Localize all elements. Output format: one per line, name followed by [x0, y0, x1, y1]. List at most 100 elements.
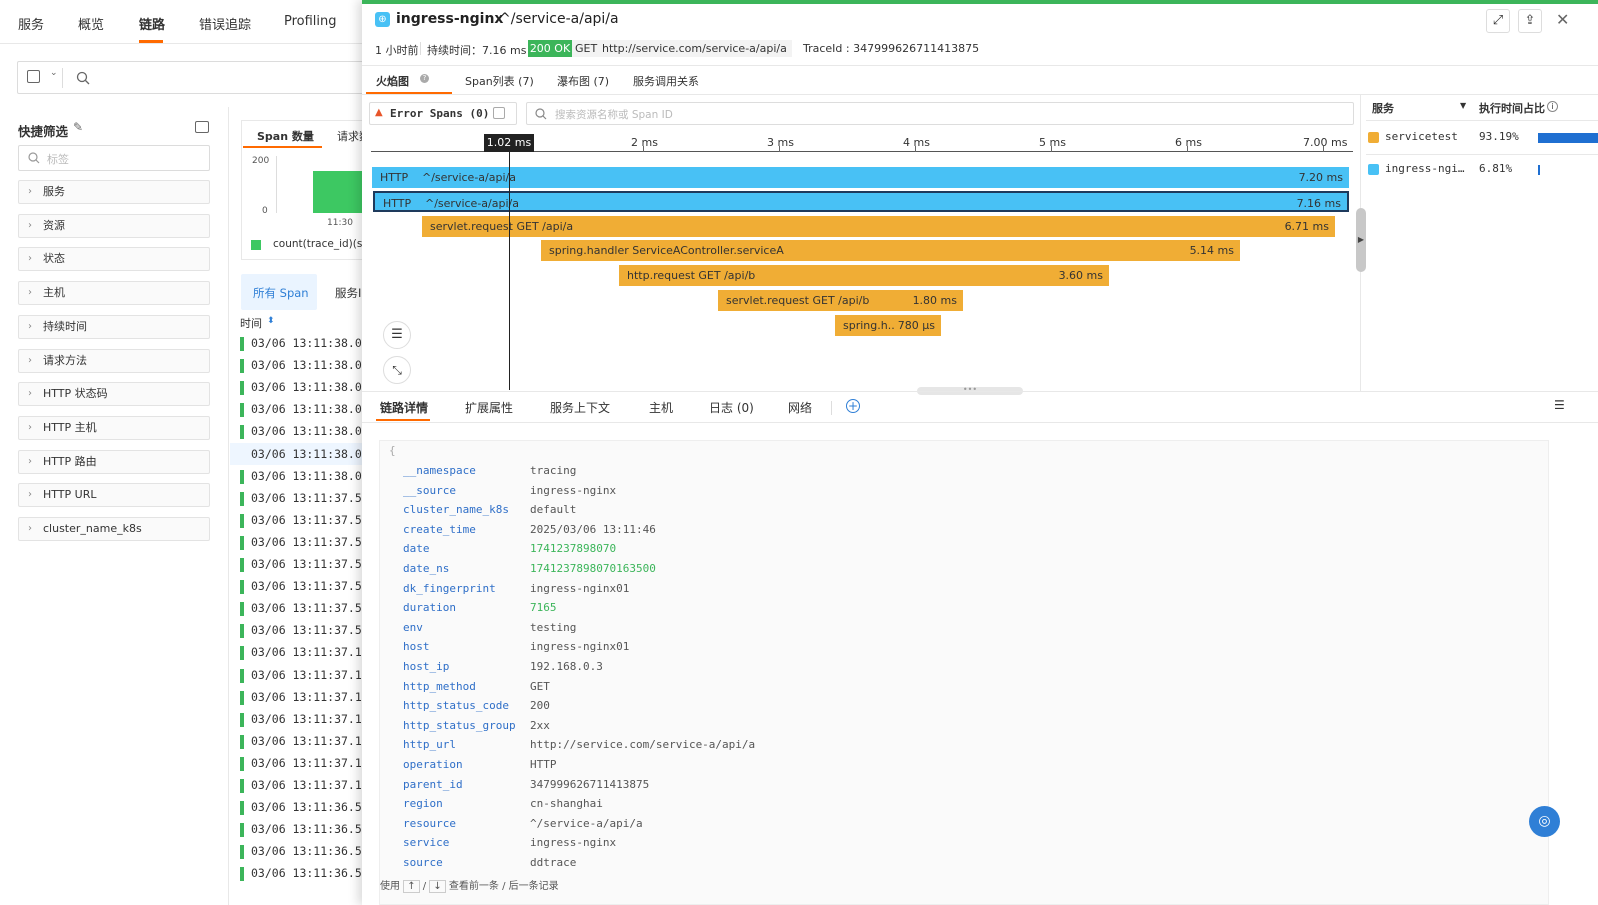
filter-http-host[interactable]: › HTTP 主机 [18, 416, 210, 440]
flame-span[interactable]: HTTP ^/service-a/api/a 7.20 ms [372, 167, 1349, 188]
table-row[interactable]: 03/06 13:11:38.07 [251, 336, 369, 350]
service-name[interactable]: ingress-ngi… [1385, 162, 1464, 175]
chart-bar[interactable] [313, 171, 363, 213]
view-selector-icon[interactable] [27, 70, 40, 83]
table-row[interactable]: 03/06 13:11:36.57 [251, 866, 369, 880]
filter-http-route[interactable]: › HTTP 路由 [18, 450, 210, 474]
nav-tab-traces[interactable]: 链路 [139, 14, 165, 33]
table-row[interactable]: 03/06 13:11:37.12 [251, 778, 369, 792]
tab-service-context[interactable]: 服务上下文 [550, 399, 610, 416]
settings-icon[interactable]: ☰ [1554, 398, 1565, 412]
table-row[interactable]: 03/06 13:11:37.59 [251, 623, 369, 637]
flame-span[interactable]: servlet.request GET /api/a 6.71 ms [422, 216, 1335, 237]
filter-request-method[interactable]: › 请求方法 [18, 349, 210, 373]
assistant-icon[interactable]: ◎ [1529, 806, 1560, 837]
tab-flame-graph[interactable]: 火焰图 [376, 73, 409, 89]
table-row[interactable]: 03/06 13:11:38.07 [251, 424, 369, 438]
tab-network[interactable]: 网络 [788, 399, 812, 416]
attr-value[interactable]: tracing [530, 464, 576, 477]
tab-logs[interactable]: 日志 (0) [709, 399, 754, 416]
table-row[interactable]: 03/06 13:11:37.59 [251, 601, 369, 615]
error-spans-checkbox[interactable] [493, 107, 505, 119]
table-row[interactable]: 03/06 13:11:37.12 [251, 690, 369, 704]
flame-span[interactable]: spring.handler ServiceAController.servic… [541, 240, 1240, 261]
tab-host[interactable]: 主机 [649, 399, 673, 416]
table-row[interactable]: 03/06 13:11:37.59 [251, 535, 369, 549]
info-icon[interactable]: i [1547, 101, 1558, 112]
expand-panel-handle[interactable]: ▶ [1356, 208, 1366, 272]
table-row[interactable]: 03/06 13:11:37.12 [251, 712, 369, 726]
table-row[interactable]: 03/06 13:11:36.57 [251, 822, 369, 836]
list-icon[interactable]: ☰ [383, 321, 411, 349]
table-row[interactable]: 03/06 13:11:37.12 [251, 756, 369, 770]
filter-service[interactable]: › 服务 [18, 180, 210, 204]
attr-value[interactable]: 200 [530, 699, 550, 712]
table-row[interactable]: 03/06 13:11:38.07 [251, 358, 369, 372]
attr-value[interactable]: GET [530, 680, 550, 693]
nav-tab-services[interactable]: 服务 [18, 14, 44, 33]
attr-value[interactable]: ^/service-a/api/a [530, 817, 643, 830]
attr-value[interactable]: 7165 [530, 601, 557, 614]
table-row[interactable]: 03/06 13:11:37.12 [251, 734, 369, 748]
table-row[interactable]: 03/06 13:11:36.57 [251, 844, 369, 858]
collapse-icon[interactable]: ⤡ [383, 356, 411, 384]
fullscreen-icon[interactable]: ⤢ [1486, 9, 1510, 33]
tab-waterfall[interactable]: 瀑布图 (7) [557, 73, 609, 89]
nav-tab-error-tracking[interactable]: 错误追踪 [199, 14, 251, 33]
attr-value[interactable]: ingress-nginx01 [530, 582, 629, 595]
table-row[interactable]: 03/06 13:11:38.07 [251, 469, 369, 483]
tab-all-spans[interactable]: 所有 Span [241, 274, 317, 310]
attr-value[interactable]: ingress-nginx [530, 836, 616, 849]
flame-span[interactable]: http.request GET /api/b 3.60 ms [619, 265, 1109, 286]
help-icon[interactable]: ? [420, 74, 429, 83]
filter-host[interactable]: › 主机 [18, 281, 210, 305]
tab-service-entry[interactable]: 服务I [335, 285, 361, 301]
trace-search-bar[interactable]: ⌄ [17, 61, 367, 94]
add-tab-icon[interactable]: + [846, 399, 860, 413]
table-row[interactable]: 03/06 13:11:37.59 [251, 579, 369, 593]
attr-value[interactable]: 1741237898070163500 [530, 562, 656, 575]
attr-value[interactable]: 192.168.0.3 [530, 660, 603, 673]
attr-value[interactable]: 2xx [530, 719, 550, 732]
tab-span-list[interactable]: Span列表 (7) [465, 73, 534, 89]
filter-status[interactable]: › 状态 [18, 247, 210, 271]
filter-cluster-name-k8s[interactable]: › cluster_name_k8s [18, 517, 210, 541]
table-row[interactable]: 03/06 13:11:37.12 [251, 668, 369, 682]
flame-span-selected[interactable]: HTTP ^/service-a/api/a 7.16 ms [373, 191, 1349, 212]
filter-duration[interactable]: › 持续时间 [18, 315, 210, 339]
table-row[interactable]: 03/06 13:11:37.59 [251, 491, 369, 505]
table-row[interactable]: 03/06 13:11:37.59 [251, 513, 369, 527]
span-search-input[interactable]: 搜索资源名称或 Span ID [526, 102, 1354, 125]
table-row[interactable]: 03/06 13:11:36.57 [251, 800, 369, 814]
tag-search-input[interactable]: 标签 [18, 145, 210, 171]
edit-icon[interactable]: ✎ [73, 120, 83, 134]
tab-span-count[interactable]: Span 数量 [257, 128, 314, 144]
tab-service-map[interactable]: 服务调用关系 [633, 73, 699, 89]
attr-value[interactable]: cn-shanghai [530, 797, 603, 810]
table-row[interactable]: 03/06 13:11:37.12 [251, 645, 369, 659]
filter-resource[interactable]: › 资源 [18, 214, 210, 238]
attr-value[interactable]: default [530, 503, 576, 516]
attr-value[interactable]: ddtrace [530, 856, 576, 869]
attr-value[interactable]: ingress-nginx01 [530, 640, 629, 653]
attr-value[interactable]: HTTP [530, 758, 557, 771]
nav-tab-profiling[interactable]: Profiling [284, 14, 337, 29]
tab-extended-attrs[interactable]: 扩展属性 [465, 399, 513, 416]
attr-value[interactable]: 2025/03/06 13:11:46 [530, 523, 656, 536]
table-row[interactable]: 03/06 13:11:38.07 [251, 380, 369, 394]
time-column-header[interactable]: 时间 [240, 315, 262, 331]
attr-value[interactable]: ingress-nginx [530, 484, 616, 497]
chevron-down-icon[interactable]: ⌄ [50, 68, 58, 78]
attr-value[interactable]: http://service.com/service-a/api/a [530, 738, 755, 751]
table-row[interactable]: 03/06 13:11:37.59 [251, 557, 369, 571]
caret-down-icon[interactable]: ▼ [1460, 101, 1466, 110]
nav-tab-overview[interactable]: 概览 [78, 14, 104, 33]
attr-value[interactable]: testing [530, 621, 576, 634]
table-row[interactable]: 03/06 13:11:38.07 [251, 447, 369, 461]
error-spans-filter[interactable]: ▲ Error Spans (0) [369, 102, 517, 125]
filter-http-status-code[interactable]: › HTTP 状态码 [18, 382, 210, 406]
share-icon[interactable]: ⇪ [1518, 9, 1542, 33]
service-name[interactable]: servicetest [1385, 130, 1458, 143]
attr-value[interactable]: 1741237898070 [530, 542, 616, 555]
attr-value[interactable]: 347999626711413875 [530, 778, 649, 791]
